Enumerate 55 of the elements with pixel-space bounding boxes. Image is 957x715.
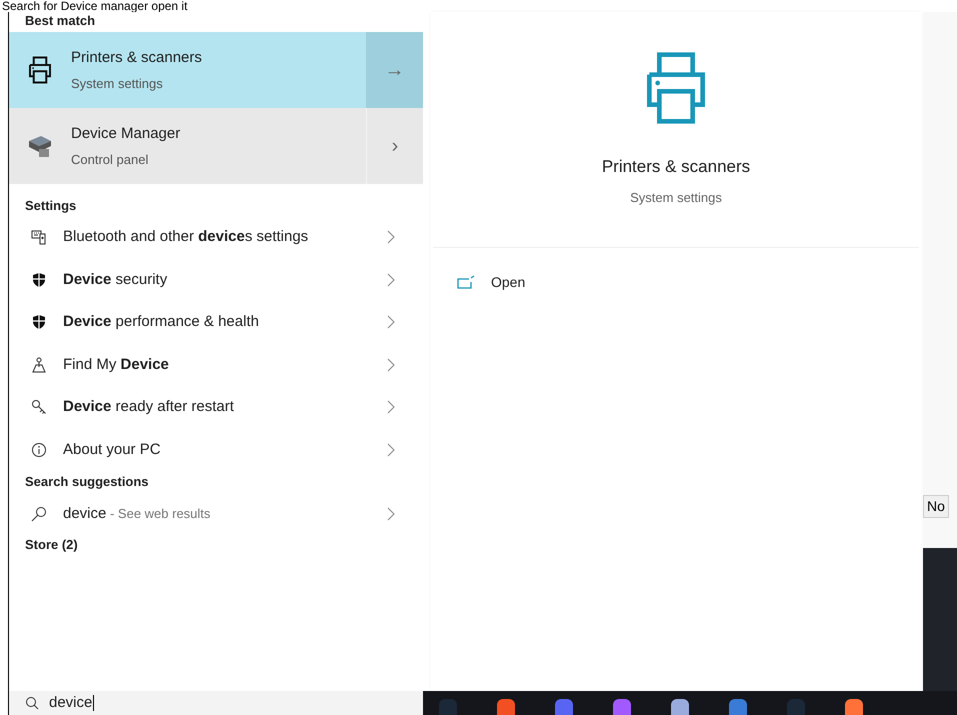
chevron-right-icon [387,400,395,414]
chevron-right-icon [387,230,395,244]
settings-result[interactable]: Bluetooth and other devices settings [9,216,423,258]
settings-result[interactable]: Device security [9,258,423,301]
taskbar-app-icon[interactable] [497,699,515,715]
taskbar-app-icon[interactable] [671,699,689,715]
best-match-result[interactable]: Printers & scanners System settings → [9,32,423,108]
search-text: device [49,695,94,711]
result-label: Device ready after restart [63,397,235,417]
open-arrow-button[interactable]: › [366,108,423,184]
section-heading: Best match [24,12,96,30]
settings-result[interactable]: Find My Device [9,344,423,386]
keyboard-device-icon [31,229,47,246]
person-pin-icon [31,356,47,373]
info-icon [31,442,47,458]
best-match-result[interactable]: Device Manager Control panel › [9,108,423,184]
caption: Search for Device manager open it [1,0,188,12]
shield-icon [31,272,47,288]
result-label: Find My Device [63,354,170,374]
section-heading: Search suggestions [24,473,150,491]
chevron-right-icon [387,507,395,521]
taskbar-app-icon[interactable] [555,699,573,715]
chevron-right-icon [387,358,395,372]
result-title: Device Manager [71,124,180,144]
background-window-text: No [923,495,949,518]
settings-result[interactable]: Device performance & health [9,301,423,344]
result-label: Device security [63,270,168,290]
settings-result[interactable]: Device ready after restart [9,386,423,428]
result-subtitle: Control panel [71,150,150,169]
result-label: About your PC [63,440,162,460]
result-label: Device performance & health [63,312,260,332]
result-title: Printers & scanners [71,48,202,68]
shield-icon [31,314,47,330]
open-window-icon [457,275,475,289]
suggestion-hint: - See web results [108,504,210,523]
taskbar-app-icon[interactable] [613,699,631,715]
taskbar-app-icon[interactable] [845,699,863,715]
key-icon [31,399,47,416]
section-heading: Settings [24,197,78,215]
suggestion-query: device [63,504,106,524]
taskbar-app-icon[interactable] [729,699,747,715]
web-suggestion[interactable]: device - See web results [9,493,423,535]
section-heading: Store (2) [24,536,79,554]
chevron-right-icon [387,442,395,457]
settings-result[interactable]: About your PC [9,428,423,471]
search-icon [25,696,39,710]
open-action[interactable]: Open [431,262,534,302]
result-subtitle: System settings [71,74,164,93]
search-box[interactable]: device [9,691,423,715]
chevron-right-icon [387,315,395,330]
preview-title: Printers & scanners [602,156,750,178]
search-icon [31,506,47,522]
result-label: Bluetooth and other devices settings [63,227,310,247]
preview-subtitle: System settings [630,188,722,207]
chevron-right-icon [387,272,395,287]
